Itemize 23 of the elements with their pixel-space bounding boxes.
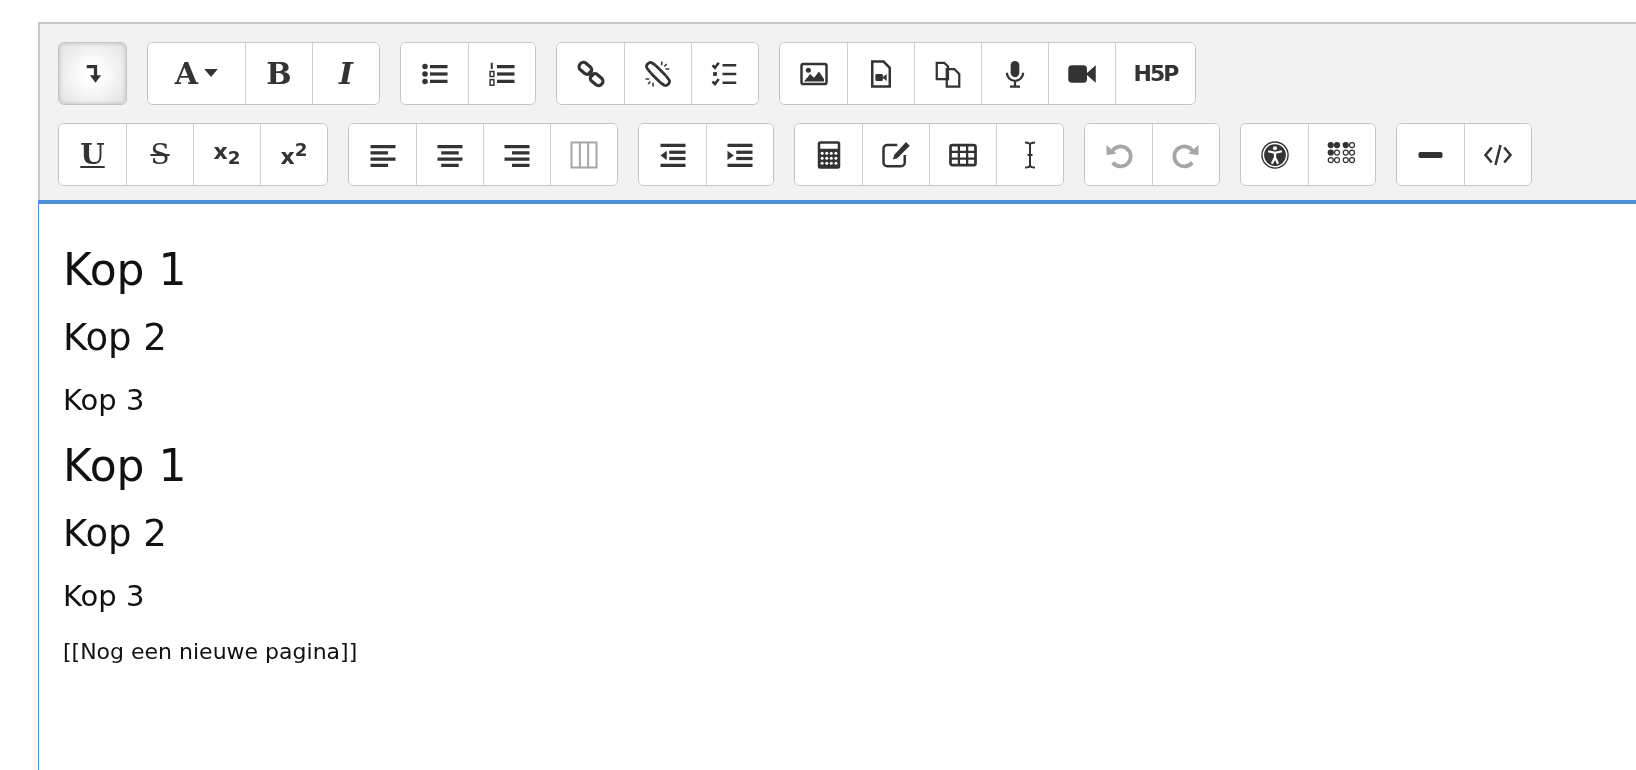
checklist-button[interactable]: [691, 43, 758, 104]
italic-button[interactable]: I: [312, 43, 379, 104]
chain-link-icon: [575, 58, 606, 89]
heading: Kop 2: [63, 511, 168, 557]
heading: Kop 1: [63, 243, 188, 297]
indent-button[interactable]: [706, 124, 773, 185]
superscript-button[interactable]: x$^{2}$: [260, 124, 327, 185]
heading: Kop 3: [63, 578, 146, 615]
numbered-button[interactable]: [468, 43, 535, 104]
h5p-button[interactable]: H5P: [1115, 43, 1195, 104]
caret-icon: [204, 69, 219, 78]
heading: Kop 3: [63, 382, 146, 419]
broken-link-icon: [643, 58, 673, 89]
braille-button[interactable]: [1308, 124, 1375, 185]
code-button[interactable]: [1464, 124, 1531, 185]
editor-area[interactable]: Kop 1 Kop 2 Kop 3 Kop 1 Kop 2 Kop 3 [[Nog een nieuwe pagina]]: [38, 200, 1636, 770]
pencil-square-icon: [881, 139, 911, 170]
accessibility-icon: [1259, 139, 1290, 170]
columns-icon: [569, 139, 599, 170]
heading: Kop 2: [63, 315, 168, 361]
paragraph: [[Nog een nieuwe pagina]]: [63, 638, 359, 666]
heading: Kop 1: [63, 439, 188, 493]
toolbar-toggle-button[interactable]: [59, 43, 126, 104]
